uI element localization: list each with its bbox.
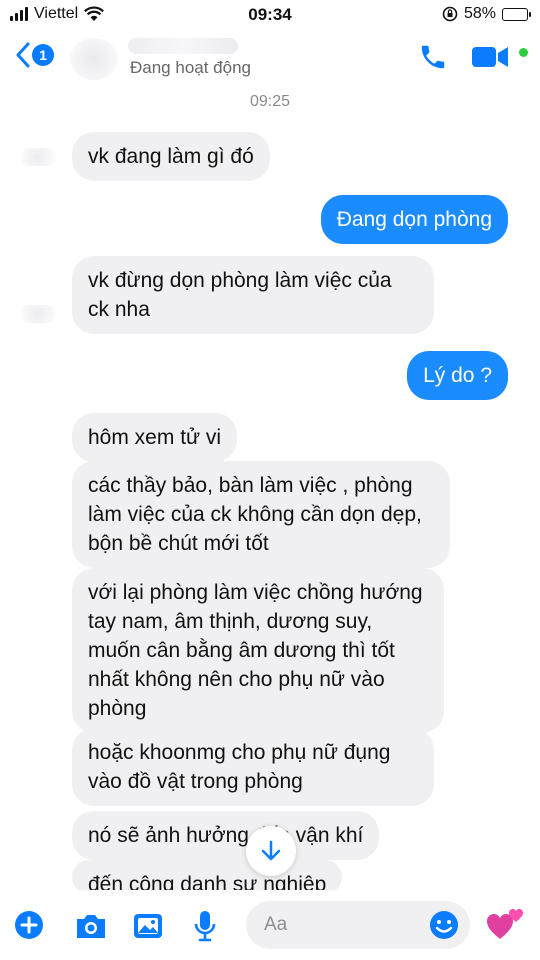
contact-name-redacted[interactable]: [128, 38, 238, 54]
chat-header: 1 Đang hoạt động: [0, 30, 540, 90]
scroll-to-bottom-button[interactable]: [246, 826, 296, 876]
battery-percent: 58%: [463, 5, 496, 22]
message-outgoing[interactable]: Đang dọn phòng: [320, 195, 508, 244]
arrow-down-icon: [261, 840, 281, 861]
chevron-left-icon: [16, 42, 30, 68]
plus-icon[interactable]: [14, 910, 44, 940]
orientation-lock-icon: [442, 6, 458, 22]
camera-icon[interactable]: [74, 912, 108, 940]
hearts-icon[interactable]: [486, 906, 526, 942]
sender-avatar: [20, 148, 56, 166]
battery-icon: [502, 7, 531, 21]
message-incoming[interactable]: nó sẽ ảnh hưởng đến vận khí: [72, 811, 380, 860]
microphone-icon[interactable]: [193, 909, 217, 943]
message-incoming[interactable]: vk đừng dọn phòng làm việc của ck nha: [72, 256, 434, 334]
message-incoming[interactable]: hôm xem tử vi: [72, 413, 238, 462]
composer-bar: [0, 890, 540, 960]
emoji-icon[interactable]: [428, 909, 460, 941]
message-incoming[interactable]: vk đang làm gì đó: [72, 132, 270, 181]
message-incoming[interactable]: các thầy bảo, bàn làm việc , phòng làm v…: [72, 461, 450, 568]
message-incoming[interactable]: hoặc khoonmg cho phụ nữ đụng vào đồ vật …: [72, 728, 434, 806]
message-outgoing[interactable]: Lý do ?: [407, 351, 508, 400]
online-indicator: [519, 48, 528, 57]
unread-count-badge: 1: [32, 44, 54, 66]
active-status: Đang hoạt động: [130, 58, 251, 77]
battery-group: 58%: [442, 5, 531, 23]
message-incoming[interactable]: với lại phòng làm việc chồng hướng tay n…: [72, 568, 444, 733]
video-camera-icon[interactable]: [470, 44, 528, 70]
contact-avatar[interactable]: [70, 38, 118, 80]
sender-avatar: [20, 305, 56, 323]
status-bar: Viettel 09:34 58%: [0, 0, 540, 30]
phone-icon[interactable]: [418, 42, 448, 72]
message-timestamp: 09:25: [249, 93, 291, 110]
back-button[interactable]: 1: [16, 42, 54, 68]
gallery-icon[interactable]: [133, 912, 163, 940]
message-incoming[interactable]: đến công danh sự nghiệp: [72, 860, 343, 894]
